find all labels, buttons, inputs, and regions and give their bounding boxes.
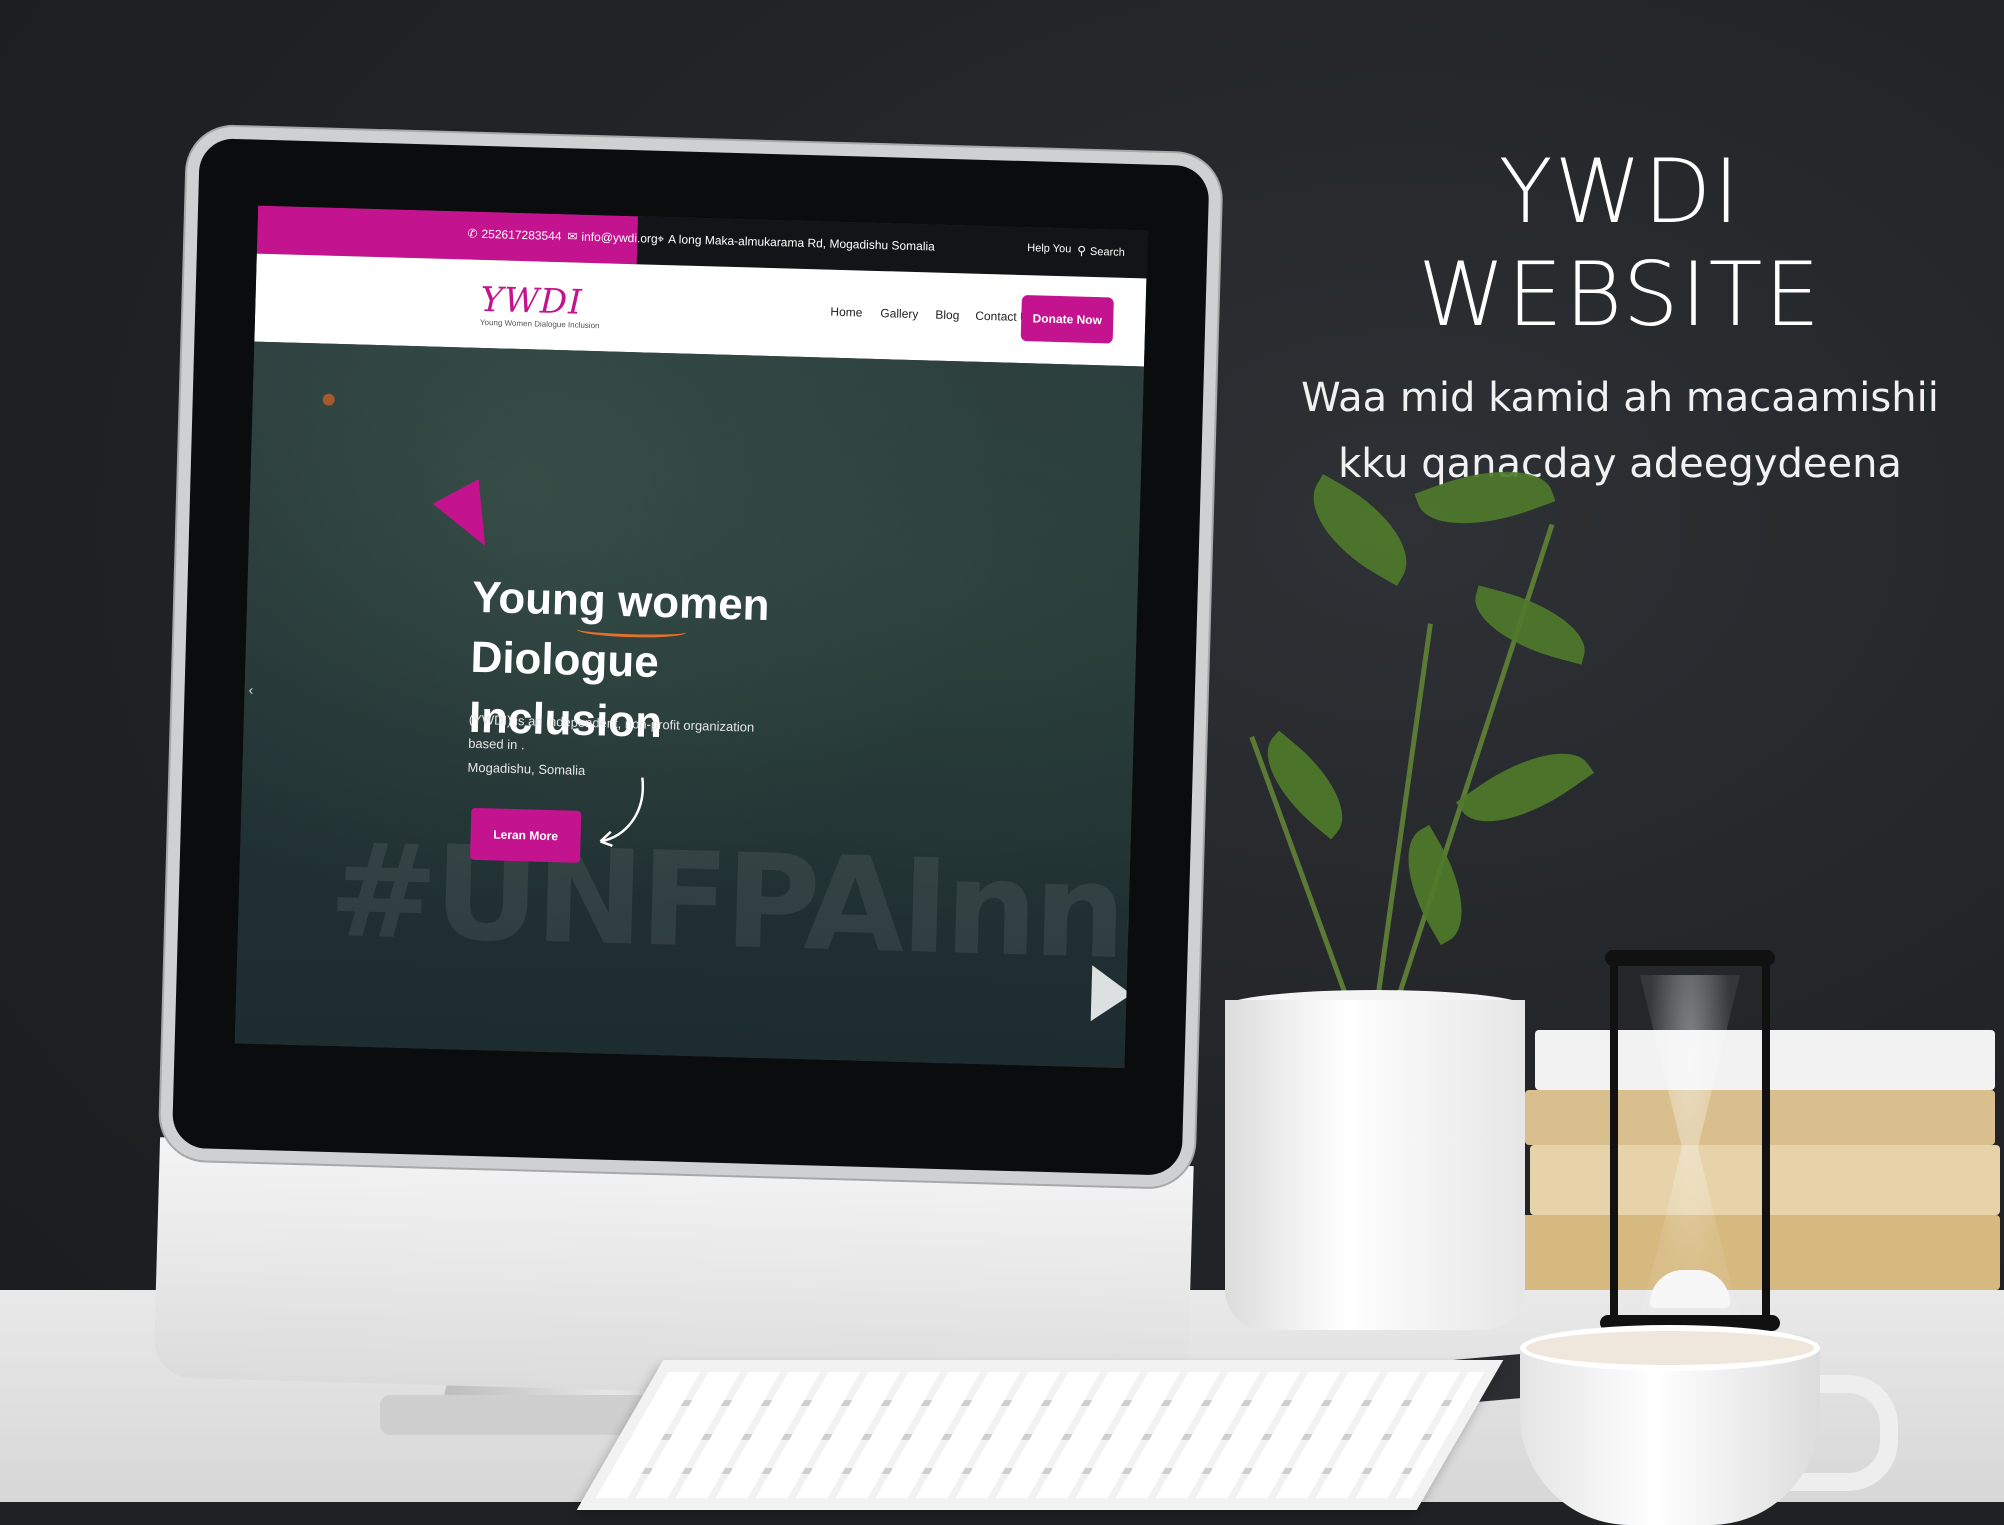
hourglass-post: [1762, 950, 1770, 1320]
monitor: ✆ 252617283544 ✉ info@ywdi.org ⌖ A long Mak…: [153, 138, 1210, 1407]
chevron-left-icon[interactable]: ‹: [248, 682, 253, 698]
donate-button[interactable]: Donate Now: [1020, 295, 1114, 344]
coffee-cup-rim: [1520, 1325, 1820, 1371]
nav-home[interactable]: Home: [830, 305, 862, 320]
decor-dot: [322, 393, 335, 406]
nav-gallery[interactable]: Gallery: [880, 306, 918, 321]
keyboard: [576, 1360, 1504, 1510]
curved-arrow-icon: [599, 777, 645, 847]
decor-triangle: [432, 479, 509, 559]
topbar-address: ⌖ A long Maka-almukarama Rd, Mogadishu So…: [657, 232, 935, 255]
hero-watermark: #UNFPAInnovatio: [326, 813, 1148, 1001]
search-link[interactable]: ⚲ Search: [1077, 244, 1125, 259]
topbar-email[interactable]: ✉ info@ywdi.org: [567, 229, 658, 246]
promo-headline: YWDI WEBSITE: [1418, 140, 1822, 346]
hero-banner: #UNFPAInnovatio Young women Diologue Inc…: [234, 341, 1148, 1069]
learn-more-button[interactable]: Leran More: [469, 807, 582, 863]
promo-subline-1: Waa mid kamid ah macaamishii: [1301, 375, 1939, 421]
book: [1520, 1215, 2000, 1290]
topbar-phone[interactable]: ✆ 252617283544: [467, 227, 562, 244]
mail-icon: ✉: [567, 229, 578, 244]
nav-blog[interactable]: Blog: [935, 308, 959, 323]
play-icon[interactable]: [1090, 965, 1133, 1023]
topbar-email-text: info@ywdi.org: [581, 229, 658, 246]
monitor-bezel: ✆ 252617283544 ✉ info@ywdi.org ⌖ A long Mak…: [171, 138, 1210, 1176]
logo-mark: YWDI: [480, 279, 584, 323]
phone-icon: ✆: [467, 226, 478, 241]
location-icon: ⌖: [657, 231, 665, 246]
keyboard-keys: [595, 1372, 1485, 1498]
plant-pot: [1225, 1000, 1525, 1330]
topbar-phone-text: 252617283544: [481, 226, 562, 244]
search-icon: ⚲: [1077, 243, 1087, 258]
search-label: Search: [1089, 245, 1125, 259]
book: [1525, 1090, 1995, 1145]
hourglass-top: [1605, 950, 1775, 966]
monitor-screen: ✆ 252617283544 ✉ info@ywdi.org ⌖ A long Mak…: [234, 205, 1148, 1069]
site-logo[interactable]: YWDI Young Women Dialogue Inclusion: [480, 280, 601, 330]
promo-subline: Waa mid kamid ah macaamishii kku qanacda…: [1290, 365, 1950, 497]
hourglass-post: [1610, 950, 1618, 1320]
logo-tagline: Young Women Dialogue Inclusion: [479, 317, 600, 331]
help-link[interactable]: Help You: [1027, 242, 1071, 255]
topbar-address-text: A long Maka-almukarama Rd, Mogadishu Som…: [667, 232, 936, 254]
promo-subline-2: kku qanacday adeegydeena: [1338, 441, 1902, 487]
